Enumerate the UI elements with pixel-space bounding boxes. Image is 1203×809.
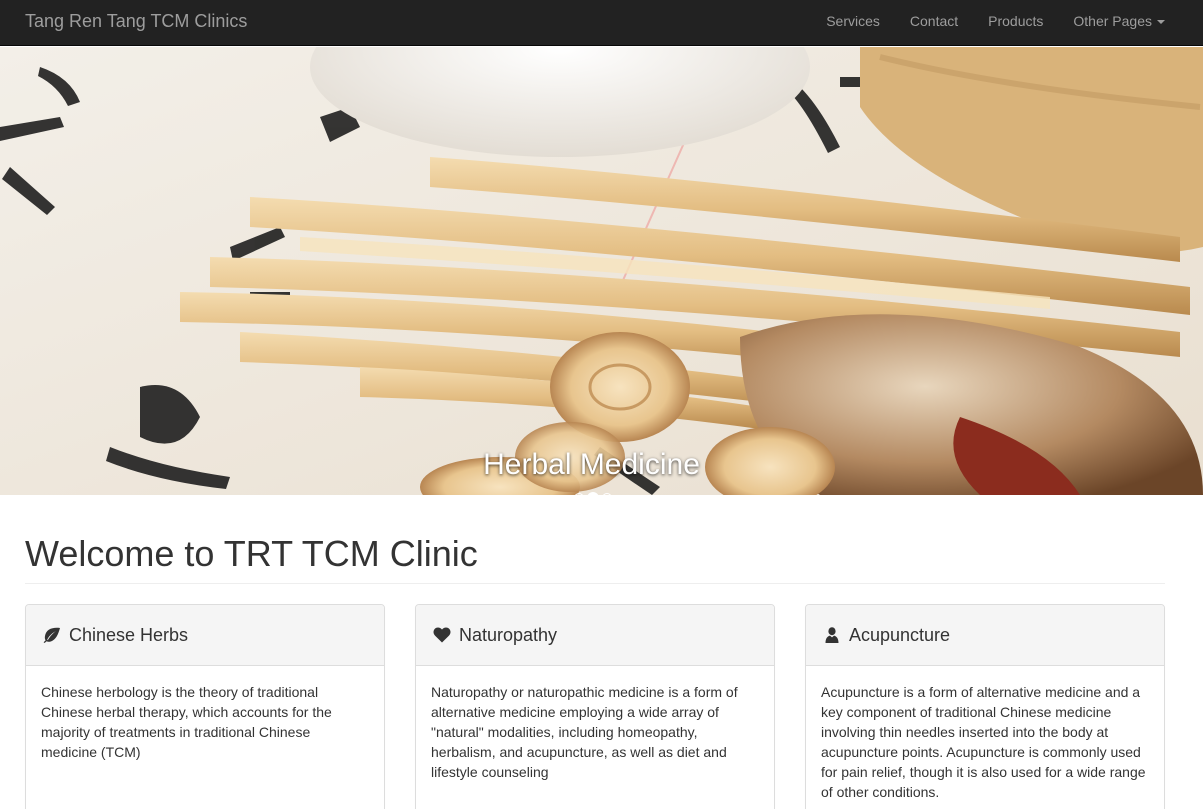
- user-icon: [825, 627, 839, 643]
- panel-body: Chinese herbology is the theory of tradi…: [41, 684, 332, 760]
- nav-item-services[interactable]: Services: [811, 0, 895, 46]
- panel-acupuncture: Acupuncture Acupuncture is a form of alt…: [805, 604, 1165, 809]
- panel-body: Naturopathy or naturopathic medicine is …: [431, 684, 738, 780]
- heart-icon: [433, 627, 451, 643]
- brand-link[interactable]: Tang Ren Tang TCM Clinics: [25, 11, 247, 31]
- panel-title: Chinese Herbs: [69, 624, 189, 645]
- navbar: Tang Ren Tang TCM Clinics Services Conta…: [0, 0, 1203, 46]
- panel-heading: Naturopathy: [416, 605, 774, 666]
- leaf-icon: [43, 627, 60, 643]
- carousel-indicator-2[interactable]: [587, 492, 599, 495]
- carousel-indicator-1[interactable]: [574, 493, 584, 495]
- carousel-indicator-3[interactable]: [602, 493, 612, 495]
- nav-menu: Services Contact Products Other Pages: [811, 0, 1203, 46]
- carousel-indicators: [573, 492, 613, 495]
- page-header: Welcome to TRT TCM Clinic: [25, 530, 1165, 584]
- panel-naturopathy: Naturopathy Naturopathy or naturopathic …: [415, 604, 775, 809]
- panel-title: Naturopathy: [459, 624, 558, 645]
- hero-carousel[interactable]: Herbal Medicine: [0, 47, 1203, 495]
- nav-item-other-pages[interactable]: Other Pages: [1058, 0, 1203, 46]
- nav-item-other-pages-label: Other Pages: [1073, 13, 1152, 29]
- panel-chinese-herbs: Chinese Herbs Chinese herbology is the t…: [25, 604, 385, 809]
- carousel-caption: Herbal Medicine: [483, 448, 700, 481]
- panel-heading: Acupuncture: [806, 605, 1164, 666]
- page-title: Welcome to TRT TCM Clinic: [25, 533, 478, 574]
- carousel-slide-image: [0, 47, 1203, 495]
- caret-down-icon: [1157, 20, 1165, 25]
- nav-item-contact[interactable]: Contact: [895, 0, 973, 46]
- panel-title: Acupuncture: [849, 624, 951, 645]
- panel-heading: Chinese Herbs: [26, 605, 384, 666]
- nav-item-products[interactable]: Products: [973, 0, 1058, 46]
- panel-body: Acupuncture is a form of alternative med…: [821, 684, 1146, 800]
